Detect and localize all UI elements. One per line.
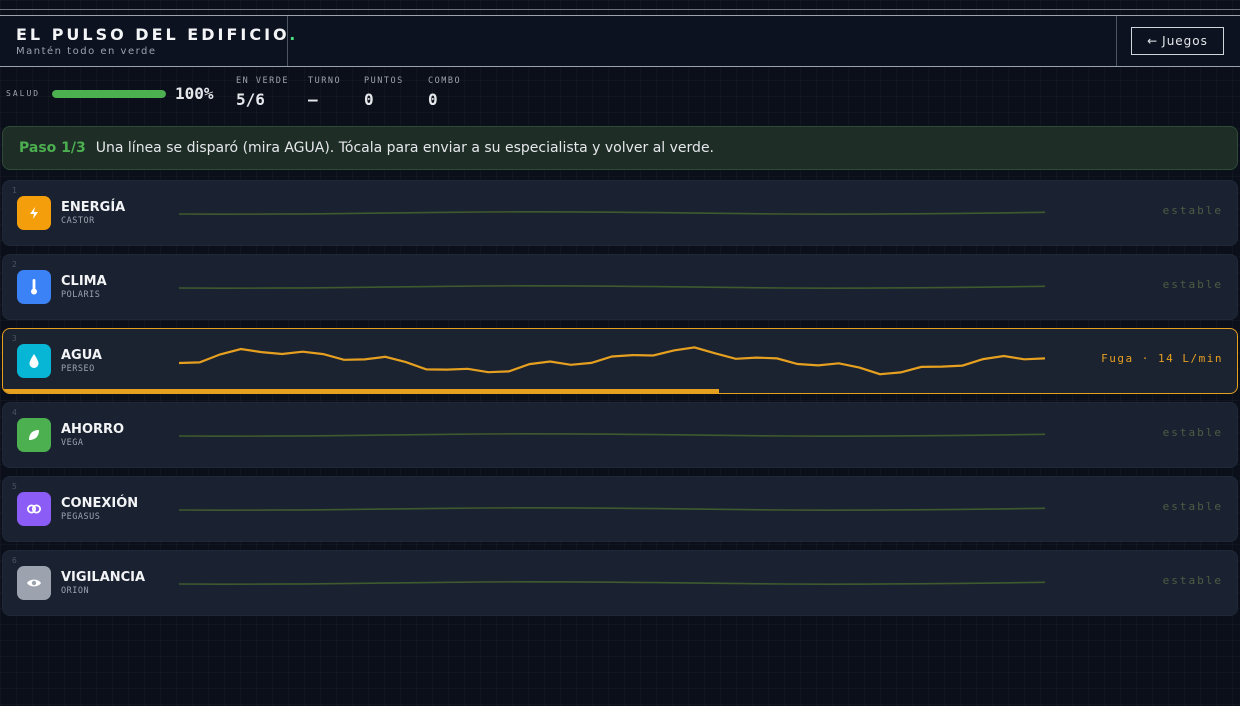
channel-number: 4 xyxy=(12,408,17,417)
stat-turno: TURNO — xyxy=(308,76,341,109)
brand: EL PULSO DEL EDIFICIO. Mantén todo en ve… xyxy=(0,16,299,66)
channel-owner: VEGA xyxy=(61,438,84,448)
channel-row-vigilancia[interactable]: 6 VIGILANCIA ORION estable xyxy=(2,550,1238,616)
channel-number: 5 xyxy=(12,482,17,491)
stat-value: 5/6 xyxy=(236,90,265,109)
channel-owner: PEGASUS xyxy=(61,512,101,522)
channel-icon-tile xyxy=(17,196,51,230)
channel-owner: CASTOR xyxy=(61,216,95,226)
arrow-left-icon: ← xyxy=(1147,34,1159,48)
droplet-icon xyxy=(29,354,39,368)
channel-name: AGUA xyxy=(61,348,102,363)
channel-name: CLIMA xyxy=(61,274,107,289)
channel-owner: POLARIS xyxy=(61,290,101,300)
back-to-games-button[interactable]: ← Juegos xyxy=(1131,27,1224,55)
back-area: ← Juegos xyxy=(1116,16,1240,66)
channel-sparkline xyxy=(179,506,1045,512)
stat-combo: COMBO 0 xyxy=(428,76,461,109)
stats-bar: SALUD 100% EN VERDE 5/6 TURNO — PUNTOS 0… xyxy=(0,74,1240,114)
channel-icon-tile xyxy=(17,270,51,304)
tutorial-step: Paso 1/3 xyxy=(19,140,86,156)
stat-label: PUNTOS xyxy=(364,76,404,86)
link-icon xyxy=(27,504,41,514)
channel-name: ENERGÍA xyxy=(61,200,126,215)
channel-sparkline xyxy=(179,210,1045,216)
tutorial-banner: Paso 1/3 Una línea se disparó (mira AGUA… xyxy=(2,126,1238,170)
channel-timer-bar xyxy=(3,389,719,393)
stat-label: EN VERDE xyxy=(236,76,289,86)
tutorial-text: Una línea se disparó (mira AGUA). Tócala… xyxy=(95,140,715,156)
channel-status: Fuga · 14 L/min xyxy=(1101,352,1223,365)
channel-number: 3 xyxy=(12,334,17,343)
health-bar-fill xyxy=(52,90,166,98)
channel-owner: PERSEO xyxy=(61,364,95,374)
channel-sparkline xyxy=(179,284,1045,290)
back-label: Juegos xyxy=(1162,34,1208,48)
channel-status: estable xyxy=(1162,278,1223,291)
leaf-icon xyxy=(29,430,39,440)
channel-status: estable xyxy=(1162,426,1223,439)
stat-puntos: PUNTOS 0 xyxy=(364,76,404,109)
stat-value: 0 xyxy=(364,90,374,109)
channel-icon-tile xyxy=(17,344,51,378)
health-value: 100% xyxy=(175,84,214,103)
stat-en-verde: EN VERDE 5/6 xyxy=(236,76,289,109)
channel-sparkline xyxy=(179,580,1045,586)
channel-row-ahorro[interactable]: 4 AHORRO VEGA estable xyxy=(2,402,1238,468)
channel-icon-tile xyxy=(17,566,51,600)
channel-number: 6 xyxy=(12,556,17,565)
channel-owner: ORION xyxy=(61,586,90,596)
health-label: SALUD xyxy=(6,89,41,98)
thermometer-icon xyxy=(31,279,37,295)
channel-sparkline xyxy=(179,346,1045,376)
channel-name: AHORRO xyxy=(61,422,125,437)
channel-status: estable xyxy=(1162,574,1223,587)
health-bar xyxy=(52,90,166,98)
channel-row-clima[interactable]: 2 CLIMA POLARIS estable xyxy=(2,254,1238,320)
channel-number: 1 xyxy=(12,186,17,195)
channel-sparkline xyxy=(179,432,1045,438)
channel-icon-tile xyxy=(17,492,51,526)
channel-icon-tile xyxy=(17,418,51,452)
stat-value: 0 xyxy=(428,90,438,109)
title-dot: . xyxy=(289,25,299,44)
stat-label: COMBO xyxy=(428,76,462,86)
channel-status: estable xyxy=(1162,500,1223,513)
channel-row-energia[interactable]: 1 ENERGÍA CASTOR estable xyxy=(2,180,1238,246)
stat-label: TURNO xyxy=(308,76,342,86)
channel-row-conexion[interactable]: 5 CONEXIÓN PEGASUS estable xyxy=(2,476,1238,542)
eye-icon xyxy=(27,579,41,587)
page-title: EL PULSO DEL EDIFICIO. xyxy=(16,25,299,44)
channel-number: 2 xyxy=(12,260,17,269)
app-header: EL PULSO DEL EDIFICIO. Mantén todo en ve… xyxy=(0,15,1240,67)
top-rule xyxy=(0,9,1240,10)
stat-value: — xyxy=(308,90,318,109)
channel-name: VIGILANCIA xyxy=(61,570,146,585)
channel-name: CONEXIÓN xyxy=(61,496,139,511)
bolt-icon xyxy=(30,207,38,219)
page-subtitle: Mantén todo en verde xyxy=(16,46,157,57)
channel-status: estable xyxy=(1162,204,1223,217)
channel-row-agua[interactable]: 3 AGUA PERSEO Fuga · 14 L/min xyxy=(2,328,1238,394)
